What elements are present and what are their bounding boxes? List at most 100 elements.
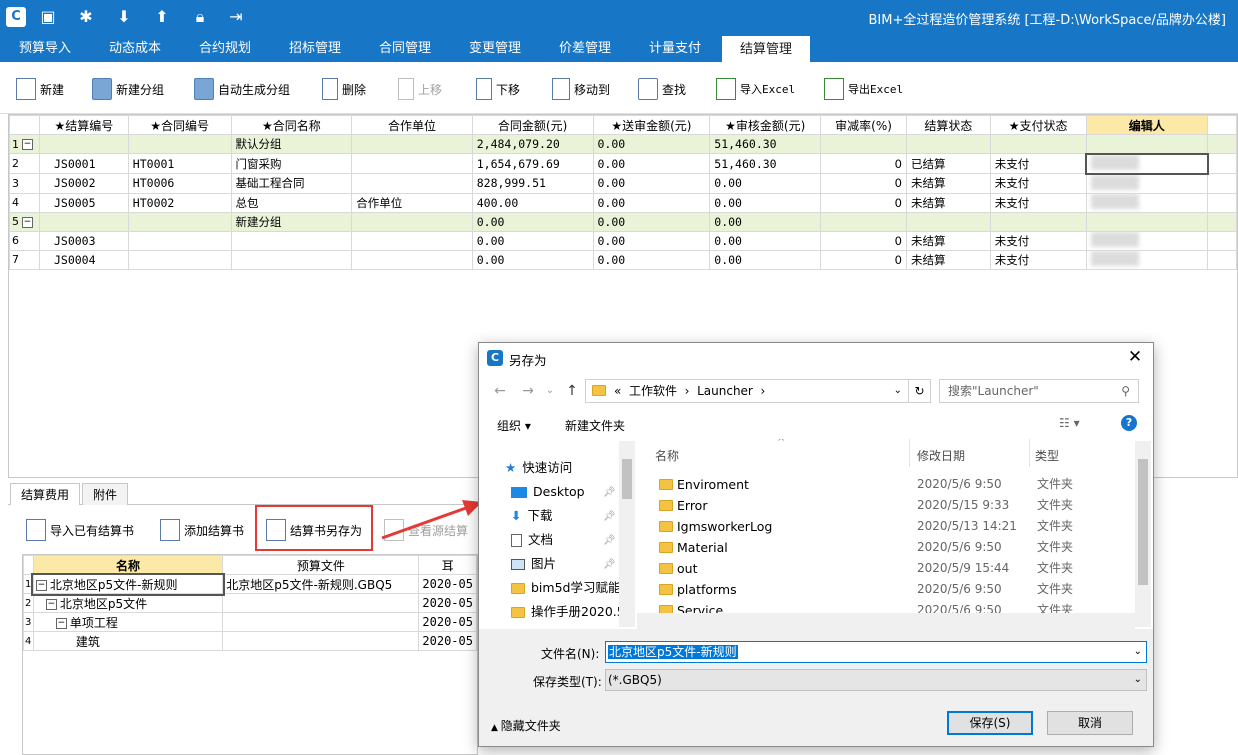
- contract-name[interactable]: [230, 230, 353, 251]
- audited-amount[interactable]: 0.00: [709, 230, 822, 251]
- payment-status[interactable]: 未支付: [989, 153, 1087, 174]
- column-header[interactable]: 名称: [32, 555, 224, 575]
- partner-cell[interactable]: [351, 134, 473, 154]
- breadcrumb-item[interactable]: 工作软件: [629, 384, 677, 398]
- settings-icon[interactable]: ✱: [76, 7, 96, 27]
- contract-name[interactable]: 默认分组: [230, 134, 353, 154]
- submitted-amount[interactable]: 0.00: [592, 249, 711, 270]
- new-group-button[interactable]: 新建分组: [92, 75, 164, 103]
- new-folder-button[interactable]: 新建文件夹: [565, 417, 625, 434]
- audited-amount[interactable]: 0.00: [709, 249, 822, 270]
- table-row[interactable]: 2− 北京地区p5文件 2020-05: [23, 593, 477, 613]
- contract-amount[interactable]: 0.00: [471, 230, 594, 251]
- submitted-amount[interactable]: 0.00: [592, 211, 711, 232]
- settlement-status[interactable]: 未结算: [905, 192, 991, 213]
- settlement-code[interactable]: JS0002: [38, 173, 129, 194]
- forward-icon[interactable]: →: [519, 381, 537, 401]
- contract-code[interactable]: [127, 134, 232, 154]
- contract-amount[interactable]: 0.00: [471, 249, 594, 270]
- tab-settlement-fees[interactable]: 结算费用: [10, 483, 81, 505]
- submitted-amount[interactable]: 0.00: [592, 153, 711, 174]
- partner-cell[interactable]: [351, 173, 473, 194]
- payment-status[interactable]: 未支付: [989, 249, 1087, 270]
- contract-name[interactable]: 门窗采购: [230, 153, 353, 174]
- table-row[interactable]: 3− 单项工程 2020-05: [23, 612, 477, 632]
- nav-downloads[interactable]: ⬇ 下载: [511, 505, 553, 527]
- lock-icon[interactable]: 🔒︎: [190, 7, 210, 27]
- filetype-select[interactable]: (*.GBQ5) ⌄: [605, 669, 1147, 691]
- reduction-rate[interactable]: [820, 134, 907, 154]
- contract-amount[interactable]: 2,484,079.20: [471, 134, 594, 154]
- address-bar[interactable]: « 工作软件 › Launcher › ⌄ ↻: [585, 379, 931, 403]
- hide-folders-toggle[interactable]: ▲ 隐藏文件夹: [491, 717, 561, 734]
- chevron-down-icon[interactable]: ⌄: [894, 380, 902, 402]
- editor-cell[interactable]: [1085, 152, 1209, 175]
- collapse-icon[interactable]: −: [45, 598, 57, 610]
- nav-documents[interactable]: 文档: [511, 529, 553, 551]
- table-row[interactable]: 3 JS0002 HT0006 基础工程合同 828,999.51 0.00 0.00 0 未结…: [9, 173, 1237, 194]
- name-cell[interactable]: − 北京地区p5文件-新规则: [31, 572, 225, 596]
- payment-status[interactable]: [989, 211, 1087, 232]
- import-existing-settlement-button[interactable]: 导入已有结算书: [26, 516, 134, 544]
- contract-name[interactable]: 基础工程合同: [230, 173, 353, 194]
- column-header[interactable]: 合同金额(元): [471, 115, 594, 135]
- name-cell[interactable]: − 北京地区p5文件: [32, 593, 224, 613]
- organize-button[interactable]: 组织 ▾: [497, 417, 531, 434]
- reduction-rate[interactable]: 0: [820, 153, 907, 174]
- partner-cell[interactable]: [351, 211, 473, 232]
- tab-payment[interactable]: 计量支付: [636, 35, 714, 62]
- editor-cell[interactable]: [1085, 192, 1209, 213]
- name-cell[interactable]: − 单项工程: [32, 612, 224, 632]
- exit-icon[interactable]: ⇥: [226, 7, 246, 27]
- audited-amount[interactable]: 0.00: [709, 173, 822, 194]
- reduction-rate[interactable]: 0: [820, 230, 907, 251]
- settlement-code[interactable]: [38, 211, 129, 232]
- refresh-icon[interactable]: ↻: [908, 380, 930, 402]
- submitted-amount[interactable]: 0.00: [592, 192, 711, 213]
- filename-input[interactable]: 北京地区p5文件-新规则 ⌄: [605, 641, 1147, 663]
- reduction-rate[interactable]: 0: [820, 192, 907, 213]
- editor-cell[interactable]: [1085, 173, 1209, 194]
- reduction-rate[interactable]: [820, 211, 907, 232]
- chevron-down-icon[interactable]: ⌄: [1134, 642, 1142, 662]
- table-row[interactable]: 7 JS0004 0.00 0.00 0.00 0 未结算 未支付: [9, 249, 1237, 270]
- cancel-button[interactable]: 取消: [1047, 711, 1133, 735]
- settlement-status[interactable]: 未结算: [905, 230, 991, 251]
- partner-cell[interactable]: 合作单位: [351, 192, 473, 213]
- auto-group-button[interactable]: 自动生成分组: [194, 75, 290, 103]
- column-header[interactable]: ★合同编号: [127, 115, 232, 135]
- file-row[interactable]: out 2020/5/9 15:44 文件夹: [637, 558, 1137, 579]
- view-options-icon[interactable]: ☷ ▾: [1059, 416, 1080, 430]
- tab-attachments[interactable]: 附件: [82, 483, 129, 505]
- settlement-code[interactable]: [38, 134, 129, 154]
- column-header[interactable]: ★支付状态: [989, 115, 1087, 135]
- column-type[interactable]: 类型: [1035, 447, 1059, 464]
- add-settlement-button[interactable]: 添加结算书: [160, 516, 244, 544]
- table-row[interactable]: 4 建筑 2020-05: [23, 631, 477, 651]
- settlement-status[interactable]: 未结算: [905, 249, 991, 270]
- help-icon[interactable]: ?: [1121, 415, 1137, 431]
- scrollbar[interactable]: [619, 441, 635, 627]
- tab-bidding[interactable]: 招标管理: [276, 35, 354, 62]
- column-header[interactable]: ★审核金额(元): [709, 115, 822, 135]
- contract-name[interactable]: 新建分组: [230, 211, 353, 232]
- reduction-rate[interactable]: 0: [820, 249, 907, 270]
- delete-button[interactable]: 删除: [322, 75, 366, 103]
- date-cell[interactable]: 2020-05: [418, 612, 477, 632]
- tab-budget-import[interactable]: 预算导入: [8, 35, 82, 62]
- reduction-rate[interactable]: 0: [820, 173, 907, 194]
- settlement-code[interactable]: JS0004: [38, 249, 129, 270]
- collapse-icon[interactable]: −: [35, 579, 47, 591]
- group-row[interactable]: 1− 默认分组 2,484,079.20 0.00 51,460.30: [9, 134, 1237, 154]
- search-input[interactable]: 搜索"Launcher" ⚲: [939, 379, 1139, 403]
- group-row[interactable]: 5− 新建分组 0.00 0.00 0.00: [9, 211, 1237, 232]
- file-row[interactable]: Material 2020/5/6 9:50 文件夹: [637, 537, 1137, 558]
- settlement-status[interactable]: 已结算: [905, 153, 991, 174]
- budget-file-cell[interactable]: 北京地区p5文件-新规则.GBQ5: [222, 574, 420, 594]
- settlement-code[interactable]: JS0001: [38, 153, 129, 174]
- contract-amount[interactable]: 828,999.51: [471, 173, 594, 194]
- settlement-status[interactable]: [905, 211, 991, 232]
- settlement-status[interactable]: 未结算: [905, 173, 991, 194]
- nav-folder[interactable]: 操作手册2020.5: [511, 601, 625, 623]
- editor-cell[interactable]: [1085, 134, 1209, 154]
